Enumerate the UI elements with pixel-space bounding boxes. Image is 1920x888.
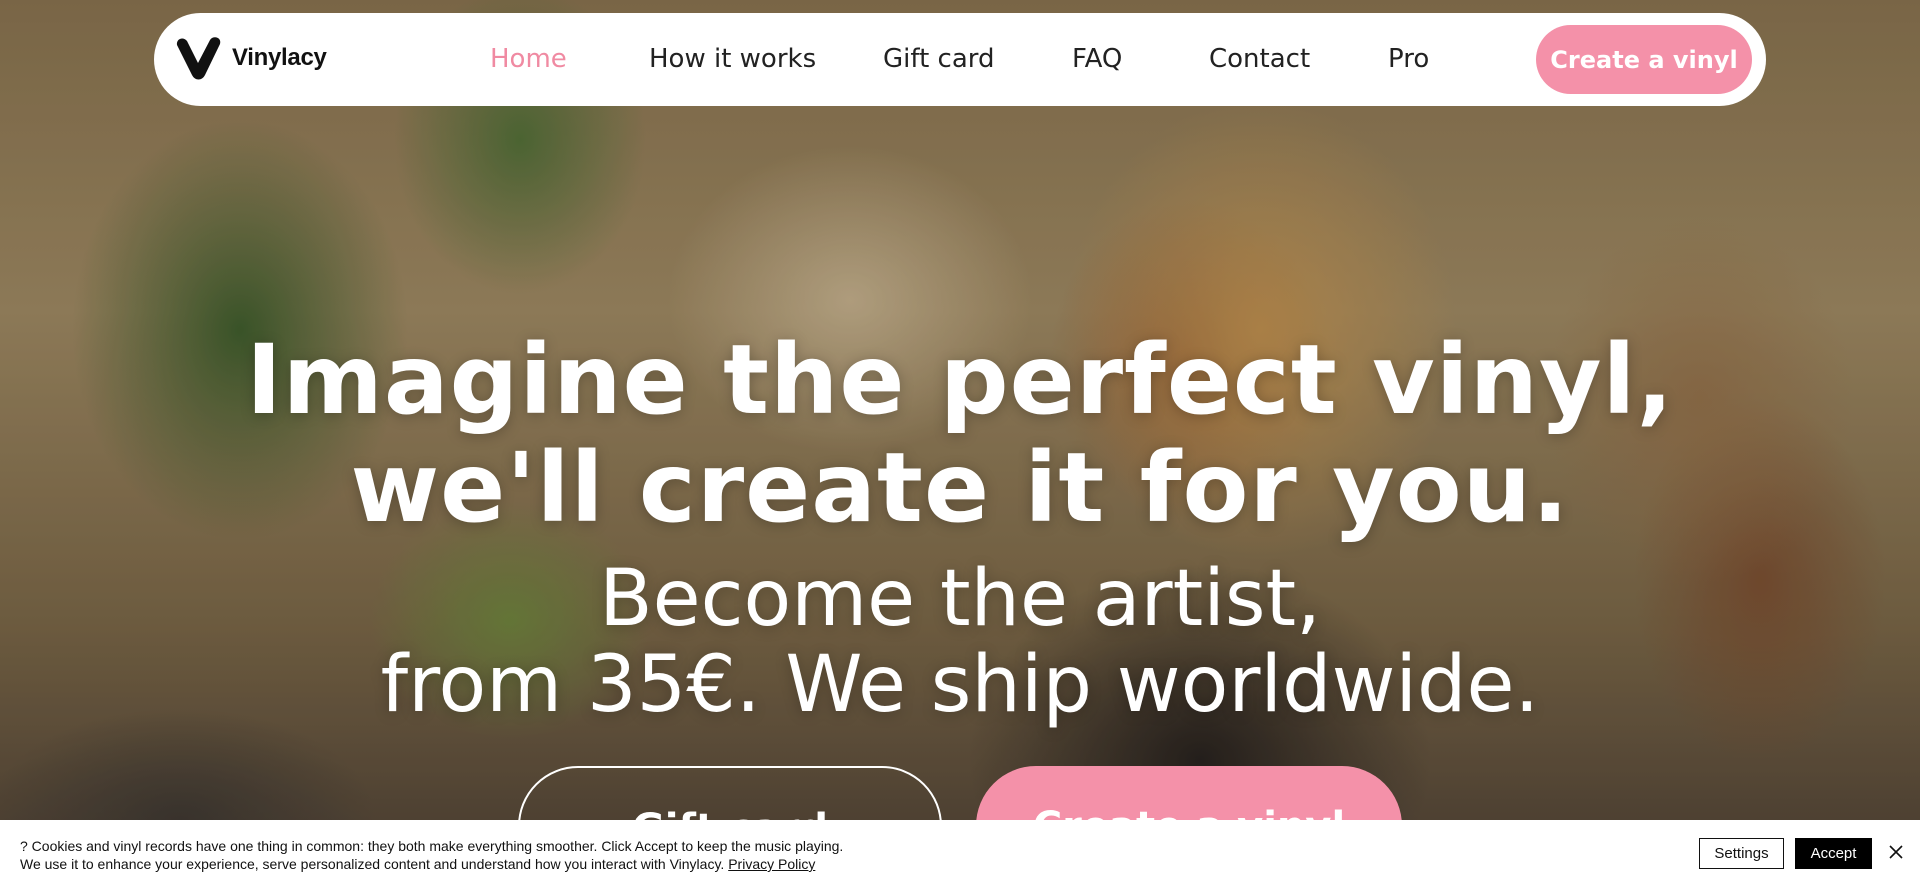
hero-subline: Become the artist, from 35€. We ship wor… — [0, 556, 1920, 728]
cookie-message-line-1: ? Cookies and vinyl records have one thi… — [20, 838, 844, 854]
hero-subline-line-1: Become the artist, — [599, 554, 1321, 644]
cookie-message: ? Cookies and vinyl records have one thi… — [20, 837, 843, 873]
nav-item-contact[interactable]: Contact — [1209, 43, 1310, 75]
nav-item-home[interactable]: Home — [490, 43, 567, 75]
cookie-accept-button[interactable]: Accept — [1795, 838, 1872, 869]
hero-headline-line-2: we'll create it for you. — [350, 432, 1570, 544]
v-logo-icon — [176, 37, 221, 80]
brand-logo-link[interactable]: Vinylacy — [174, 35, 327, 81]
hero-headline: Imagine the perfect vinyl, we'll create … — [0, 326, 1920, 542]
nav-item-pro[interactable]: Pro — [1388, 43, 1429, 75]
nav-item-faq[interactable]: FAQ — [1072, 43, 1122, 75]
cookie-settings-button[interactable]: Settings — [1699, 838, 1784, 869]
top-navbar: Vinylacy Home How it works Gift card FAQ… — [154, 13, 1766, 106]
cookie-message-line-2-text: We use it to enhance your experience, se… — [20, 856, 725, 872]
close-icon[interactable] — [1886, 842, 1906, 862]
nav-item-how-it-works[interactable]: How it works — [649, 43, 816, 75]
privacy-policy-link[interactable]: Privacy Policy — [728, 856, 815, 872]
create-vinyl-nav-button[interactable]: Create a vinyl — [1536, 25, 1752, 94]
hero-headline-line-1: Imagine the perfect vinyl, — [246, 324, 1674, 436]
brand-name: Vinylacy — [232, 44, 327, 71]
nav-item-gift-card[interactable]: Gift card — [883, 43, 995, 75]
hero-subline-line-2: from 35€. We ship worldwide. — [380, 640, 1540, 730]
cookie-message-line-2: We use it to enhance your experience, se… — [20, 855, 843, 873]
cookie-banner: ? Cookies and vinyl records have one thi… — [0, 820, 1920, 888]
